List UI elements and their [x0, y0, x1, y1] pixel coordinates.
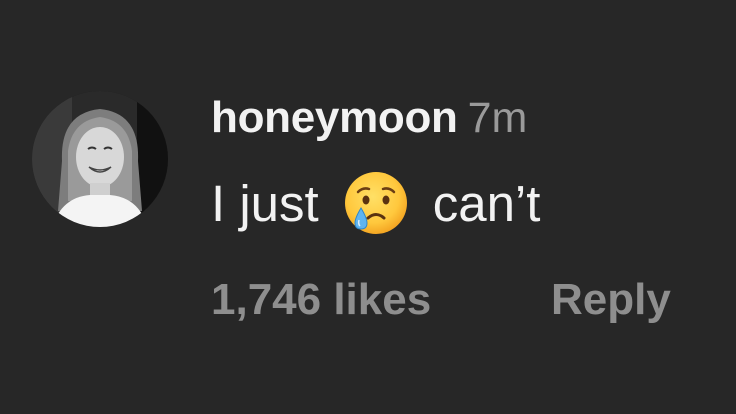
- crying-face-icon: [341, 168, 411, 238]
- comment-text-before: I just: [211, 174, 319, 232]
- comment-actions: 1,746 likes Reply: [211, 270, 671, 330]
- likes-count[interactable]: 1,746 likes: [211, 275, 431, 324]
- comment-item: honeymoon 7m I just can’t 1,746 likes Re…: [0, 0, 736, 414]
- username[interactable]: honeymoon: [211, 93, 458, 142]
- comment-text: I just can’t: [211, 168, 540, 238]
- profile-photo-icon: [32, 91, 168, 227]
- comment-header: honeymoon 7m: [211, 88, 527, 148]
- comment-text-after: can’t: [432, 174, 541, 232]
- reply-button[interactable]: Reply: [551, 270, 671, 330]
- avatar[interactable]: [32, 91, 168, 227]
- timestamp: 7m: [467, 94, 528, 142]
